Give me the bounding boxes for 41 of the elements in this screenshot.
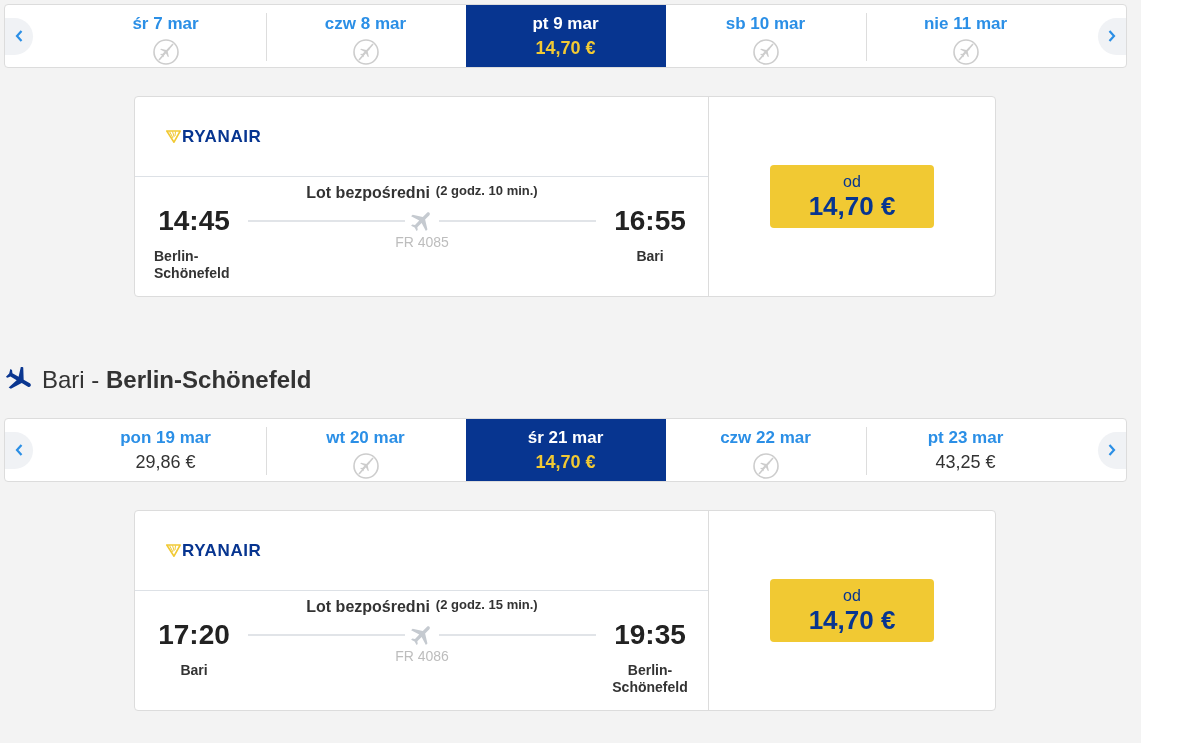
flight-number: FR 4085 bbox=[395, 234, 449, 250]
chevron-right-icon bbox=[1108, 30, 1116, 42]
previous-dates-button[interactable] bbox=[5, 17, 33, 55]
section-heading: Bari - Berlin-Schönefeld bbox=[42, 365, 312, 395]
no-flights-icon bbox=[352, 453, 379, 479]
airline-name: RYANAIR bbox=[182, 126, 262, 147]
chevron-right-icon bbox=[1108, 444, 1116, 456]
chevron-left-icon bbox=[15, 30, 23, 42]
next-dates-button[interactable] bbox=[1098, 17, 1126, 55]
arrival-time: 16:55 bbox=[614, 205, 686, 237]
date-tab[interactable]: pt 23 mar 43,25 € bbox=[865, 419, 1066, 481]
no-flights-icon bbox=[752, 39, 779, 65]
arrival-airport: Berlin-Schönefeld bbox=[611, 662, 689, 696]
departure-time: 14:45 bbox=[158, 205, 230, 237]
no-flights-icon bbox=[352, 39, 379, 65]
departure-time: 17:20 bbox=[158, 619, 230, 651]
arrival-time: 19:35 bbox=[614, 619, 686, 651]
departure-airport: Bari bbox=[180, 662, 208, 679]
departure-airport: Berlin-Schönefeld bbox=[154, 248, 231, 282]
date-tab[interactable]: pon 19 mar 29,86 € bbox=[65, 419, 266, 481]
flight-type: Lot bezpośredni bbox=[306, 597, 430, 617]
flight-duration: (2 godz. 15 min.) bbox=[435, 597, 538, 613]
no-flights-icon bbox=[952, 39, 979, 65]
airplane-icon bbox=[411, 210, 433, 232]
date-tab[interactable]: pt 9 mar 14,70 € bbox=[465, 5, 666, 67]
previous-dates-button[interactable] bbox=[5, 431, 33, 469]
flight-type: Lot bezpośredni bbox=[306, 183, 430, 203]
chevron-left-icon bbox=[15, 444, 23, 456]
no-flights-icon bbox=[152, 39, 179, 65]
next-dates-button[interactable] bbox=[1098, 431, 1126, 469]
airplane-icon bbox=[411, 624, 433, 646]
flight-number: FR 4086 bbox=[395, 648, 449, 664]
arrival-airport: Bari bbox=[636, 248, 664, 265]
price-button[interactable]: od 14,70 € bbox=[770, 579, 934, 642]
airline-logo-icon bbox=[166, 544, 181, 557]
airline-name: RYANAIR bbox=[182, 540, 262, 561]
flight-duration: (2 godz. 10 min.) bbox=[435, 183, 538, 199]
price-button[interactable]: od 14,70 € bbox=[770, 165, 934, 228]
no-flights-icon bbox=[752, 453, 779, 479]
airline-logo-icon bbox=[166, 130, 181, 143]
date-tab[interactable]: śr 21 mar 14,70 € bbox=[465, 419, 666, 481]
